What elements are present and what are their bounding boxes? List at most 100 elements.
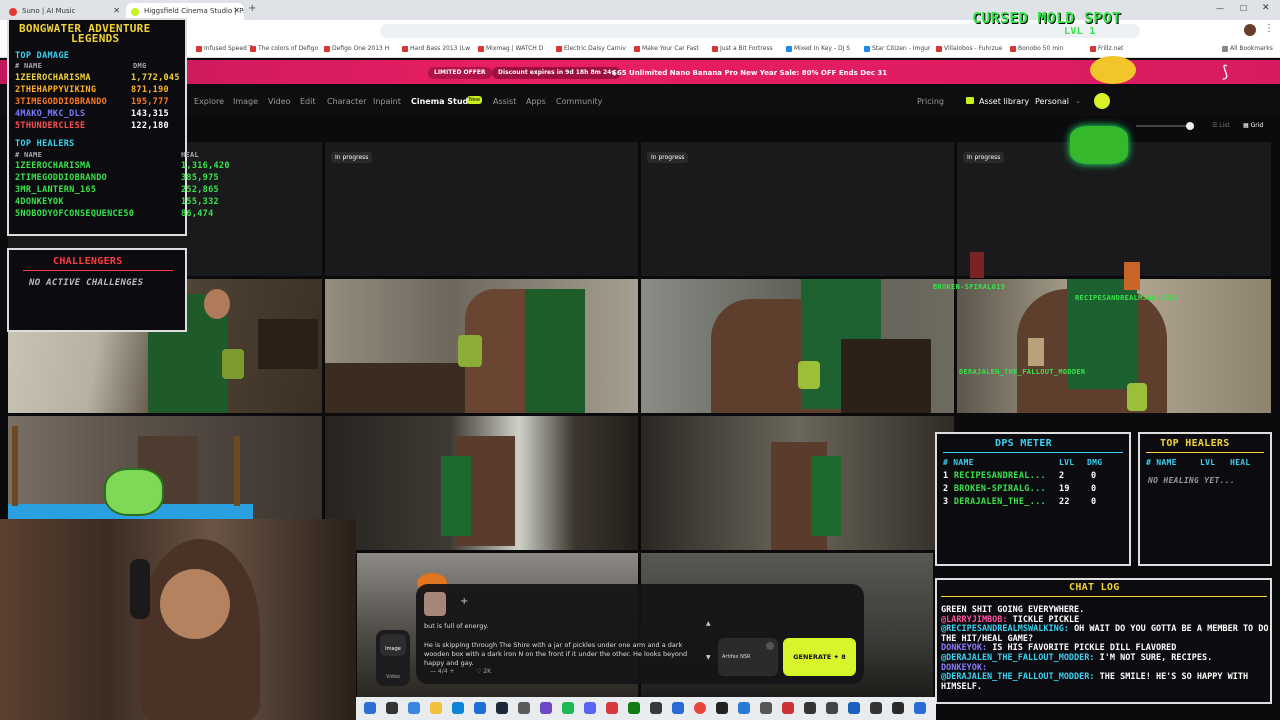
promo-banner[interactable]: LIMITED OFFER Discount expires in 9d 18h… <box>0 60 1280 84</box>
app-icon[interactable] <box>474 702 486 714</box>
discord-icon[interactable] <box>584 702 596 714</box>
healer-value: 385,975 <box>181 173 219 183</box>
bookmark[interactable]: Make Your Car Fast <box>634 45 699 52</box>
chevron-down-icon[interactable]: ⌄ <box>1075 97 1081 105</box>
close-icon[interactable]: ✕ <box>113 6 120 15</box>
app-icon[interactable] <box>672 702 684 714</box>
app-icon[interactable] <box>650 702 662 714</box>
folder-icon[interactable] <box>430 702 442 714</box>
app-icon[interactable] <box>606 702 618 714</box>
promo-text: $65 Unlimited Nano Banana Pro New Year S… <box>612 69 888 77</box>
app-icon[interactable] <box>826 702 838 714</box>
add-reference-icon[interactable]: + <box>460 596 468 607</box>
model-name: Artifex NSR <box>722 654 751 660</box>
chrome-icon[interactable] <box>694 702 706 714</box>
likes-count[interactable]: ♡ 2K <box>476 668 491 675</box>
bookmark[interactable]: The colors of Defigo <box>250 45 318 52</box>
app-icon[interactable] <box>738 702 750 714</box>
mold-monster-sprite <box>1070 126 1128 164</box>
generated-image[interactable] <box>641 279 954 413</box>
player-sprite <box>970 252 984 278</box>
nav-inpaint[interactable]: Inpaint <box>373 97 401 106</box>
batch-count[interactable]: — 4/4 + <box>430 668 455 675</box>
start-icon[interactable] <box>364 702 376 714</box>
app-icon[interactable] <box>782 702 794 714</box>
grid-tile-in-progress[interactable]: In progress <box>325 142 638 276</box>
generated-image[interactable] <box>325 416 638 550</box>
nav-character[interactable]: Character <box>327 97 367 106</box>
nav-community[interactable]: Community <box>556 97 602 106</box>
all-bookmarks[interactable]: All Bookmarks <box>1222 45 1273 52</box>
app-icon[interactable] <box>716 702 728 714</box>
nav-assist[interactable]: Assist <box>493 97 516 106</box>
video-mode-button[interactable]: Video <box>380 662 406 684</box>
reference-thumbnail[interactable] <box>424 592 446 616</box>
scroll-up-icon[interactable]: ▲ <box>706 620 711 627</box>
steam-icon[interactable] <box>496 702 508 714</box>
healer-value: 1,316,420 <box>181 161 230 171</box>
new-tab-icon[interactable]: + <box>248 3 256 14</box>
taskview-icon[interactable] <box>386 702 398 714</box>
app-icon[interactable] <box>870 702 882 714</box>
app-icon[interactable] <box>804 702 816 714</box>
nav-edit[interactable]: Edit <box>300 97 316 106</box>
bookmark[interactable]: Villalobos - Fuhrzue <box>936 45 1002 52</box>
app-icon[interactable] <box>760 702 772 714</box>
tab-title: Higgsfield Cinema Studio | Prof <box>144 7 244 15</box>
bookmark[interactable]: Mixmag | WATCH D <box>478 45 543 52</box>
app-icon[interactable] <box>892 702 904 714</box>
dps-lvl: 22 <box>1059 497 1070 507</box>
generated-image[interactable] <box>325 279 638 413</box>
xbox-icon[interactable] <box>628 702 640 714</box>
nav-video[interactable]: Video <box>268 97 290 106</box>
menu-icon[interactable]: ⋮ <box>1264 23 1274 34</box>
prompt-input[interactable]: He is skipping through The Shire with a … <box>424 641 700 668</box>
damage-value: 195,777 <box>131 97 169 107</box>
zoom-slider[interactable] <box>1136 122 1194 130</box>
model-select[interactable]: Artifex NSR <box>718 638 778 676</box>
bookmark[interactable]: Mixed In Key - DJ S <box>786 45 850 52</box>
damage-value: 143,315 <box>131 109 169 119</box>
generated-image[interactable] <box>641 416 954 550</box>
scroll-down-icon[interactable]: ▼ <box>706 654 711 661</box>
generate-button[interactable]: GENERATE ✦ 8 <box>783 638 856 676</box>
spotify-icon[interactable] <box>562 702 574 714</box>
bookmark[interactable]: Hard Bass 2013 (Lw <box>402 45 470 52</box>
app-icon[interactable] <box>518 702 530 714</box>
edge-icon[interactable] <box>452 702 464 714</box>
damage-value: 122,180 <box>131 121 169 131</box>
nav-apps[interactable]: Apps <box>526 97 546 106</box>
bookmark[interactable]: Defigo One 2013 H <box>324 45 389 52</box>
list-view-button[interactable]: ☰ List <box>1212 122 1230 129</box>
chat-header: CHAT LOG <box>1069 582 1120 593</box>
nav-explore[interactable]: Explore <box>194 97 224 106</box>
workspace-select[interactable]: Personal <box>1035 97 1069 106</box>
bookmark[interactable]: Infused Speed Te <box>196 45 255 52</box>
nav-asset-library[interactable]: Asset library <box>979 97 1029 106</box>
bookmark[interactable]: Bonobo 50 min <box>1010 45 1064 52</box>
app-icon[interactable] <box>540 702 552 714</box>
bookmark[interactable]: Frillz.net <box>1090 45 1123 52</box>
zoom-slider-handle[interactable] <box>1186 122 1194 130</box>
bookmark[interactable]: Electric Daisy Carniv <box>556 45 626 52</box>
nav-image[interactable]: Image <box>233 97 258 106</box>
avatar[interactable] <box>1244 24 1256 36</box>
close-icon[interactable]: ✕ <box>233 6 240 15</box>
webcam-feed <box>0 519 356 720</box>
image-mode-button[interactable]: Image <box>380 634 406 656</box>
bookmark[interactable]: Just a Bit Fortress <box>712 45 773 52</box>
discount-timer: Discount expires in 9d 18h 8m 24s <box>492 67 621 79</box>
prompt-text-line[interactable]: but is full of energy. <box>424 622 488 630</box>
minimize-icon[interactable]: — <box>1216 4 1224 13</box>
app-icon[interactable] <box>914 702 926 714</box>
app-icon[interactable] <box>848 702 860 714</box>
grid-tile-in-progress[interactable]: In progress <box>641 142 954 276</box>
limited-offer-badge: LIMITED OFFER <box>428 67 492 79</box>
close-icon[interactable] <box>766 642 774 650</box>
grid-view-button[interactable]: ▦ Grid <box>1243 122 1263 129</box>
close-window-icon[interactable]: ✕ <box>1262 3 1270 13</box>
app-icon[interactable] <box>408 702 420 714</box>
nav-pricing[interactable]: Pricing <box>917 97 944 106</box>
maximize-icon[interactable]: ☐ <box>1240 4 1247 13</box>
bookmark[interactable]: Star Citizen - Imgur <box>864 45 930 52</box>
